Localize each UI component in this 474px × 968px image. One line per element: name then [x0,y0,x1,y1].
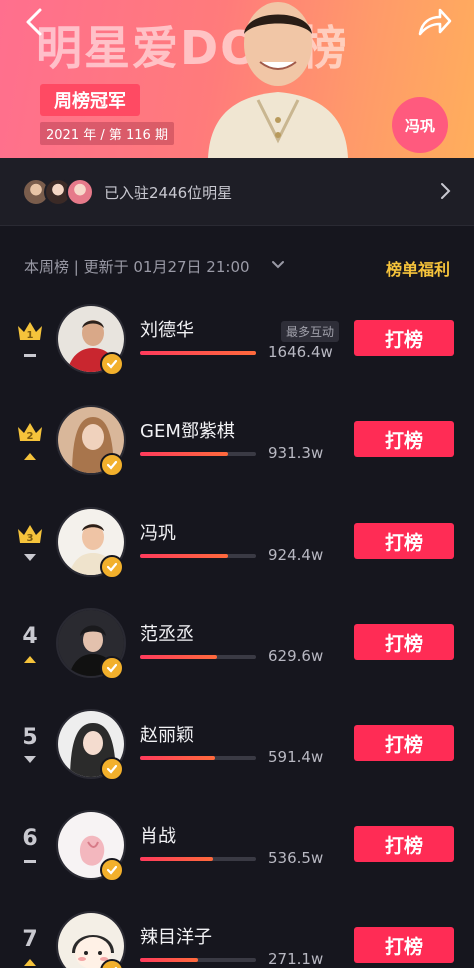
rank-number: 7 [22,927,38,952]
vote-button[interactable]: 打榜 [354,927,454,963]
ranking-header: 本周榜 | 更新于 01月27日 21:00 榜单福利 [0,240,474,290]
vote-button[interactable]: 打榜 [354,320,454,356]
issue-label: 2021 年 / 第 116 期 [40,122,174,145]
trend-flat-icon [24,354,36,357]
ranking-benefits-link[interactable]: 榜单福利 [386,256,450,280]
crown-icon: 2 [18,423,42,442]
period-selector[interactable]: 本周榜 | 更新于 01月27日 21:00 [24,256,250,277]
verified-icon [100,555,124,579]
joined-count-text: 已入驻2446位明星 [104,184,233,202]
hero-banner: 明星爱DOU榜 周榜冠军 2021 年 / 第 116 期 冯巩 [0,0,474,158]
star-name: 范丞丞 [140,624,194,645]
score-value: 924.4w [268,546,324,564]
weekly-champion-badge: 周榜冠军 [40,84,140,116]
score-bar-fill [140,655,217,659]
share-icon [418,8,452,36]
rank-number: 4 [22,624,38,649]
score-bar-fill [140,857,214,861]
star-name: 冯巩 [140,523,176,544]
ranking-row[interactable]: 5 赵丽颖 591.4w 打榜 [0,709,474,809]
featured-star-photo [208,2,348,158]
verified-icon [100,757,124,781]
star-name: 辣目洋子 [140,927,212,948]
ranking-row[interactable]: 1 刘德华 最多互动 1646.4w 打榜 [0,304,474,404]
svg-text:3: 3 [27,533,34,544]
verified-icon [100,656,124,680]
score-bar [140,958,256,962]
star-name: 肖战 [140,826,176,847]
ranking-row[interactable]: 7 辣目洋子 271.1w 打榜 [0,911,474,968]
score-bar [140,756,256,760]
score-value: 591.4w [268,748,324,766]
trend-flat-icon [24,860,36,863]
score-bar-fill [140,554,229,558]
score-bar-fill [140,958,198,962]
back-button[interactable] [16,4,52,40]
crown-icon: 1 [18,322,42,341]
trend-up-icon [24,959,36,966]
share-button[interactable] [414,4,454,40]
score-value: 536.5w [268,849,324,867]
trend-down-icon [24,756,36,763]
crown-icon: 3 [18,525,42,544]
score-bar [140,351,256,355]
score-bar [140,857,256,861]
status-badge: 最多互动 [281,321,340,342]
chevron-down-icon[interactable] [270,256,286,274]
score-bar-fill [140,452,229,456]
avatar [66,178,94,206]
vote-button[interactable]: 打榜 [354,725,454,761]
score-bar-fill [140,351,256,355]
ranking-row[interactable]: 3 冯巩 924.4w 打榜 [0,507,474,607]
joined-stars-strip[interactable]: 已入驻2446位明星 [0,158,474,226]
vote-button[interactable]: 打榜 [354,826,454,862]
score-bar [140,452,256,456]
rank-number: 6 [22,826,38,851]
score-bar-fill [140,756,216,760]
trend-up-icon [24,453,36,460]
verified-icon [100,858,124,882]
svg-text:1: 1 [27,330,34,341]
score-value: 271.1w [268,950,324,968]
vote-button[interactable]: 打榜 [354,421,454,457]
ranking-row[interactable]: 6 肖战 536.5w 打榜 [0,810,474,910]
svg-text:2: 2 [27,431,34,442]
chevron-right-icon [441,183,451,199]
ranking-row[interactable]: 2 GEM鄧紫棋 931.3w 打榜 [0,405,474,505]
trend-down-icon [24,554,36,561]
verified-icon [100,453,124,477]
verified-icon [100,352,124,376]
star-name: 赵丽颖 [140,725,194,746]
score-bar [140,655,256,659]
rank-number: 5 [22,725,38,750]
ranking-row[interactable]: 4 范丞丞 629.6w 打榜 [0,608,474,708]
score-value: 1646.4w [268,343,333,361]
vote-button[interactable]: 打榜 [354,523,454,559]
mini-avatar-group [22,178,102,206]
star-name: 刘德华 [140,320,194,341]
score-bar [140,554,256,558]
score-value: 629.6w [268,647,324,665]
champion-name-tag[interactable]: 冯巩 [392,97,448,153]
vote-button[interactable]: 打榜 [354,624,454,660]
score-value: 931.3w [268,444,324,462]
back-arrow-icon [26,8,42,36]
trend-up-icon [24,656,36,663]
star-name: GEM鄧紫棋 [140,421,235,442]
